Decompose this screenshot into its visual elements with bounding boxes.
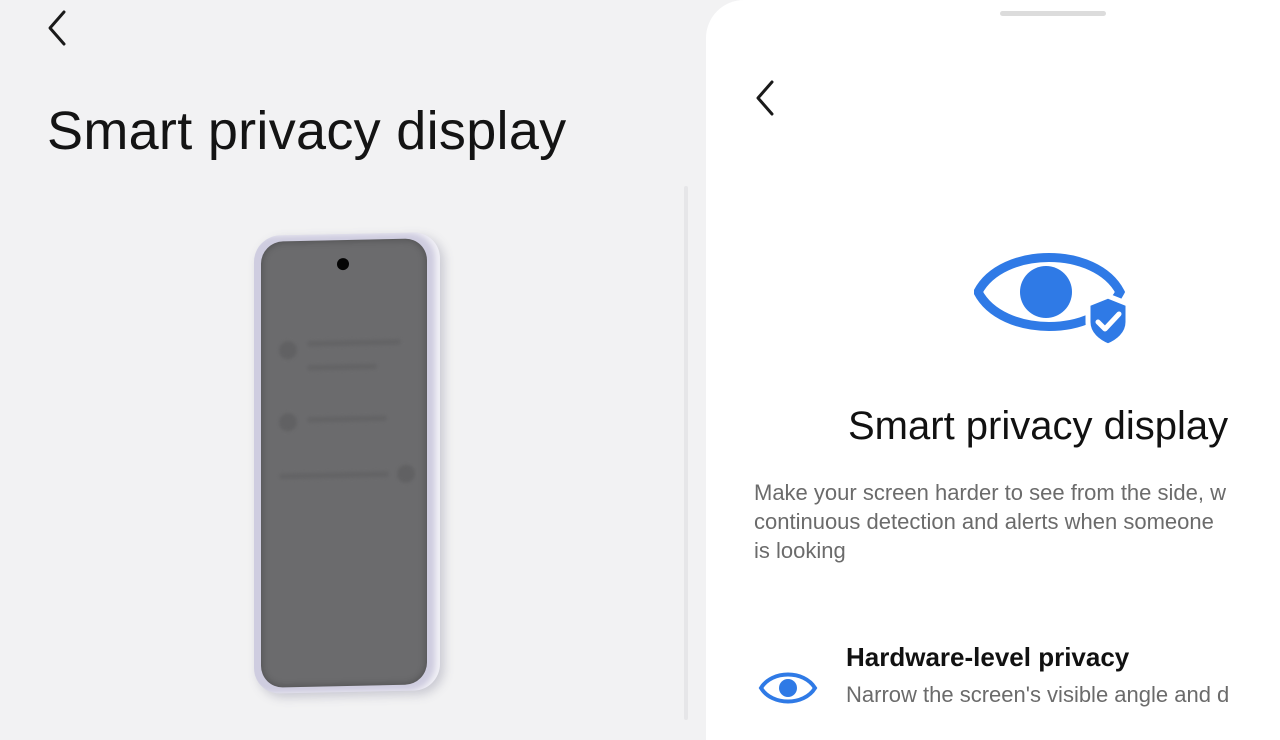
right-info-sheet: Smart privacy display Make your screen h… bbox=[706, 0, 1280, 740]
camera-cutout bbox=[337, 257, 349, 271]
feature-title: Hardware-level privacy bbox=[846, 642, 1130, 672]
blurred-list-icon bbox=[279, 413, 297, 432]
feature-description: Make your screen harder to see from the … bbox=[754, 478, 1280, 565]
description-line: is looking bbox=[754, 538, 846, 563]
back-button-right[interactable] bbox=[746, 76, 786, 120]
blurred-list-line bbox=[307, 338, 401, 347]
eye-shield-check-icon bbox=[974, 253, 1131, 348]
blurred-list-icon bbox=[279, 341, 297, 360]
back-button-left[interactable] bbox=[38, 8, 78, 48]
feature-item-description: Narrow the screen's visible angle and d bbox=[846, 682, 1230, 707]
description-line: Make your screen harder to see from the … bbox=[754, 480, 1226, 505]
chevron-left-icon bbox=[756, 80, 774, 116]
chevron-left-icon bbox=[48, 10, 66, 46]
description-line: continuous detection and alerts when som… bbox=[754, 509, 1214, 534]
scrollbar bbox=[684, 186, 688, 720]
left-settings-panel: Smart privacy display bbox=[0, 0, 700, 720]
phone-screen bbox=[261, 238, 427, 688]
phone-illustration bbox=[254, 232, 440, 694]
blurred-list-line bbox=[307, 415, 387, 423]
sheet-drag-handle[interactable] bbox=[1000, 11, 1106, 16]
blurred-toggle bbox=[397, 464, 415, 483]
blurred-list-line bbox=[307, 363, 377, 371]
eye-icon bbox=[758, 672, 818, 704]
blurred-list-line bbox=[279, 471, 389, 480]
page-title-left: Smart privacy display bbox=[47, 101, 567, 161]
page-title-right: Smart privacy display bbox=[848, 404, 1229, 448]
